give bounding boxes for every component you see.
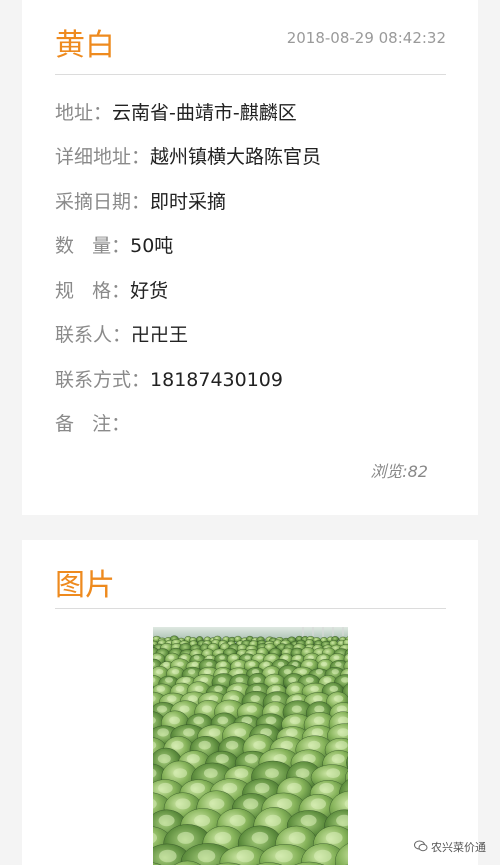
field-label: 备 注： — [55, 413, 131, 435]
phone-number-link[interactable]: 18187430109 — [150, 369, 283, 391]
field-label: 详细地址： — [55, 146, 151, 168]
field-value: 好货 — [130, 280, 169, 302]
watermark: 农兴菜价通 — [414, 839, 486, 855]
field-quantity: 数 量：50吨 — [55, 232, 173, 260]
field-value: 卍卍王 — [131, 324, 189, 346]
divider — [55, 608, 446, 609]
field-label: 联系方式： — [55, 369, 151, 391]
field-phone: 联系方式：18187430109 — [55, 366, 283, 394]
field-remark: 备 注： — [55, 410, 130, 438]
info-card: 黄白 2018-08-29 08:42:32 地址：云南省-曲靖市-麒麟区 详细… — [22, 0, 478, 515]
field-pick-date: 采摘日期：即时采摘 — [55, 188, 226, 216]
field-label: 数 量： — [55, 235, 131, 257]
field-detail-address: 详细地址：越州镇横大路陈官员 — [55, 143, 321, 171]
field-spec: 规 格：好货 — [55, 277, 168, 305]
field-label: 采摘日期： — [55, 191, 151, 213]
field-label: 地址： — [55, 102, 113, 124]
images-card: 图片 — [22, 540, 478, 865]
cabbage-field-photo[interactable] — [153, 627, 348, 865]
post-date: 2018-08-29 08:42:32 — [286, 29, 446, 47]
field-value: 即时采摘 — [150, 191, 227, 213]
field-label: 联系人： — [55, 324, 132, 346]
field-contact-person: 联系人：卍卍王 — [55, 321, 188, 349]
wechat-icon — [414, 840, 428, 855]
field-value: 云南省-曲靖市-麒麟区 — [112, 102, 297, 124]
field-address: 地址：云南省-曲靖市-麒麟区 — [55, 99, 297, 127]
field-value: 越州镇横大路陈官员 — [150, 146, 322, 168]
product-title: 黄白 — [55, 28, 115, 63]
images-section-title: 图片 — [55, 568, 115, 603]
view-count: 浏览:82 — [370, 462, 428, 481]
watermark-text: 农兴菜价通 — [431, 841, 486, 854]
divider — [55, 74, 446, 75]
field-value: 50吨 — [130, 235, 174, 257]
field-label: 规 格： — [55, 280, 131, 302]
